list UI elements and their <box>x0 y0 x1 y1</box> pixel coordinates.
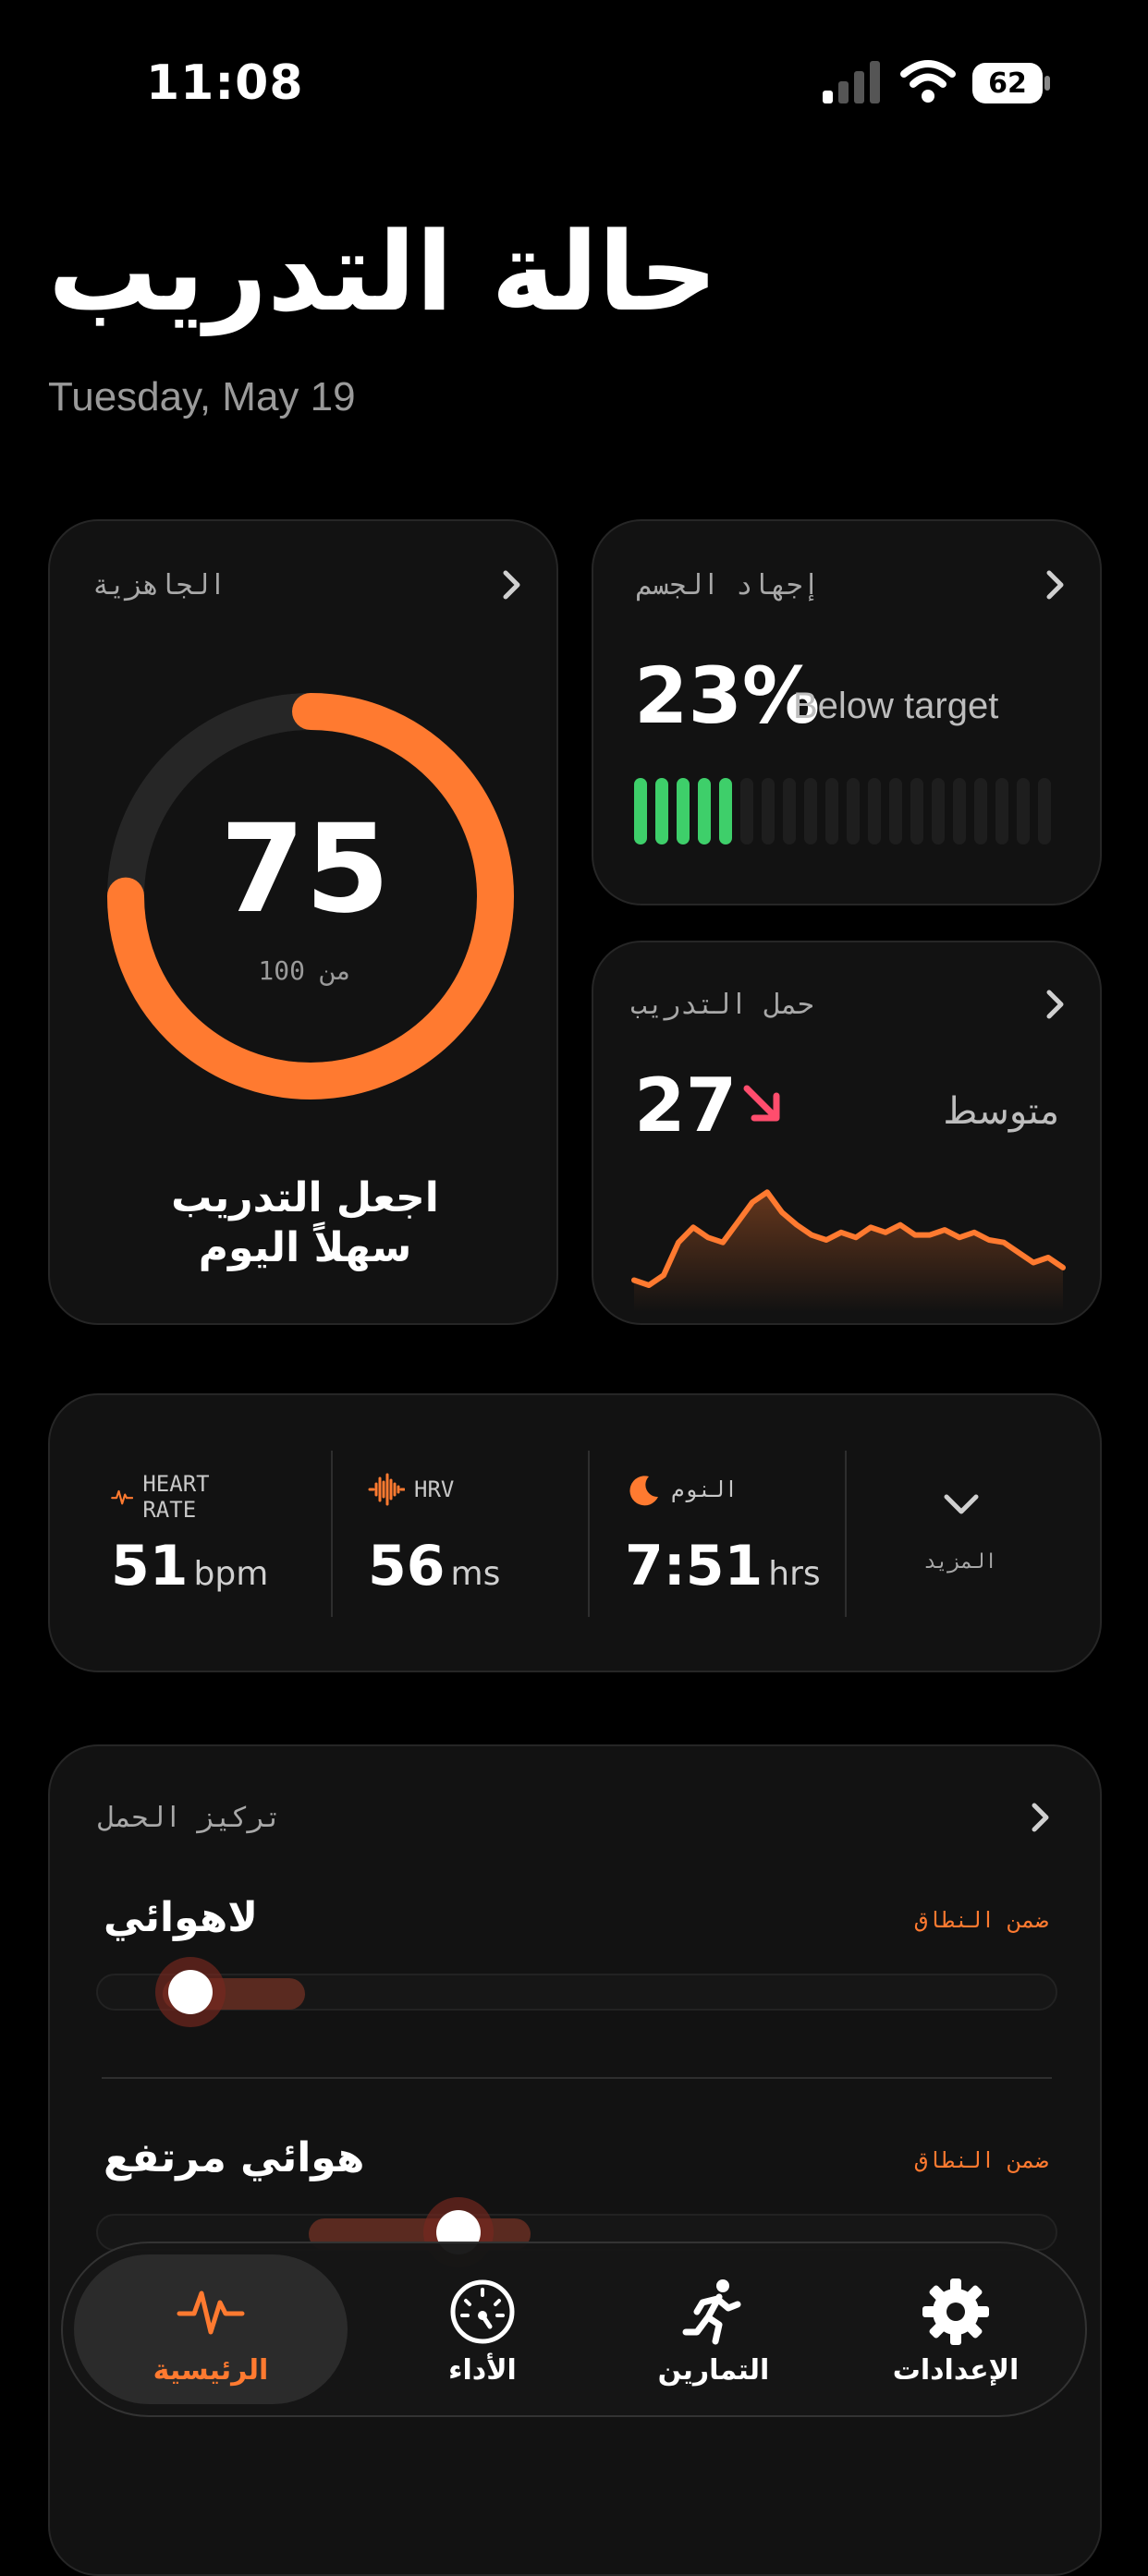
hrv-unit: ms <box>450 1555 501 1593</box>
focus-row-name: هوائي مرتفع <box>104 2134 365 2181</box>
strain-segment <box>974 778 987 844</box>
training-load-value: 27 <box>634 1063 738 1148</box>
heart-rate-header: HEART RATE <box>111 1471 224 1523</box>
hrv-header: HRV <box>368 1471 454 1508</box>
tab-home[interactable]: الرئيسية <box>63 2243 359 2415</box>
strain-segment <box>1038 778 1051 844</box>
training-load-level: متوسط <box>943 1090 1059 1133</box>
training-load-label: حمل التدريب <box>630 989 814 1021</box>
readiness-message-line2: سهلاً اليوم <box>198 1223 412 1271</box>
heart-rate-value: 51 <box>111 1534 189 1598</box>
gauge-icon <box>450 2279 515 2344</box>
load-focus-label: تركيز الحمل <box>98 1802 282 1834</box>
moon-icon <box>629 1476 658 1506</box>
training-load-card[interactable]: حمل التدريب 27 متوسط <box>592 941 1102 1325</box>
readiness-message: اجعل التدريب سهلاً اليوم <box>50 1173 560 1272</box>
heartbeat-icon <box>177 2290 245 2335</box>
load-focus-card[interactable]: تركيز الحمل لاهوائي ضمن النطاق هوائي مرت… <box>48 1744 1102 2576</box>
sleep-value: 7:51 <box>625 1534 763 1598</box>
status-time: 11:08 <box>146 55 304 111</box>
readiness-card[interactable]: الجاهزية 75 من 100 اجعل التدريب سهلاً ال… <box>48 519 558 1325</box>
chevron-right-icon[interactable] <box>1041 569 1069 601</box>
chevron-right-icon[interactable] <box>1041 989 1069 1020</box>
chevron-right-icon[interactable] <box>1026 1802 1054 1833</box>
strain-segment <box>910 778 923 844</box>
strain-segment <box>889 778 902 844</box>
more-button[interactable]: المزيد <box>910 1550 1011 1574</box>
tab-label: الإعدادات <box>892 2354 1020 2387</box>
battery-level: 62 <box>972 63 1043 103</box>
strain-segment <box>868 778 881 844</box>
divider <box>845 1451 847 1617</box>
chevron-right-icon[interactable] <box>497 569 525 601</box>
readiness-message-line1: اجعل التدريب <box>171 1174 439 1221</box>
strain-segment <box>1017 778 1030 844</box>
strain-status: Below target <box>793 686 999 726</box>
divider <box>102 2077 1052 2079</box>
strain-segment <box>847 778 860 844</box>
strain-segment <box>953 778 966 844</box>
running-person-icon <box>682 2279 741 2345</box>
strain-segment <box>677 778 690 844</box>
readiness-score: 75 <box>220 798 390 941</box>
hrv-label: HRV <box>414 1476 455 1502</box>
strain-segment <box>698 778 711 844</box>
sleep-label: النوم <box>671 1476 739 1502</box>
focus-row-status: ضمن النطاق <box>914 2147 1049 2173</box>
strain-segment <box>804 778 817 844</box>
cellular-signal-icon <box>823 61 880 103</box>
chevron-down-icon[interactable] <box>941 1491 982 1519</box>
focus-row-name: لاهوائي <box>104 1894 258 1941</box>
anaerobic-range-track[interactable] <box>96 1974 1057 2011</box>
strain-segment <box>634 778 647 844</box>
tab-performance[interactable]: الأداء <box>357 2243 608 2415</box>
sparkline-area <box>634 1192 1063 1312</box>
vitals-card: HEART RATE 51 bpm HRV 56 ms النوم 7:51 hrs … <box>48 1393 1102 1672</box>
hrv-value: 56 <box>368 1534 446 1598</box>
training-load-sparkline <box>631 1189 1066 1312</box>
readiness-label: الجاهزية <box>92 569 226 601</box>
strain-segment <box>995 778 1008 844</box>
strain-segment <box>719 778 732 844</box>
trend-down-arrow-icon <box>743 1085 780 1122</box>
heartbeat-icon <box>111 1489 134 1505</box>
strain-label: إجهاد الجسم <box>636 569 820 601</box>
sleep-header: النوم <box>625 1471 738 1508</box>
focus-row-status: ضمن النطاق <box>914 1907 1049 1933</box>
strain-segment <box>825 778 838 844</box>
battery-tip <box>1044 76 1050 91</box>
strain-segment <box>932 778 945 844</box>
tab-label: الرئيسية <box>153 2354 269 2387</box>
strain-segment <box>762 778 775 844</box>
strain-segment <box>783 778 796 844</box>
divider <box>588 1451 590 1617</box>
divider <box>331 1451 333 1617</box>
anaerobic-slider-knob[interactable] <box>168 1970 213 2014</box>
battery-indicator: 62 <box>972 63 1050 103</box>
strain-segment <box>655 778 668 844</box>
readiness-score-of: من 100 <box>258 955 352 986</box>
tab-bar: الرئيسية الأداء التمارين الإعدادات <box>61 2242 1087 2417</box>
tab-workouts[interactable]: التمارين <box>588 2243 839 2415</box>
strain-card[interactable]: إجهاد الجسم 23% Below target <box>592 519 1102 905</box>
hrv-value-line: 56 ms <box>368 1534 500 1598</box>
strain-segment <box>740 778 753 844</box>
page-date: Tuesday, May 19 <box>48 374 356 419</box>
tab-label: الأداء <box>448 2354 517 2387</box>
page-title: حالة التدريب <box>48 208 718 335</box>
gear-icon <box>922 2278 989 2345</box>
heart-rate-unit: bpm <box>193 1555 269 1593</box>
heart-rate-label: HEART RATE <box>142 1471 210 1523</box>
tab-label: التمارين <box>657 2354 770 2387</box>
waveform-icon <box>368 1473 405 1506</box>
wifi-icon <box>900 60 956 103</box>
strain-value: 23% <box>634 650 821 741</box>
sleep-value-line: 7:51 hrs <box>625 1534 821 1598</box>
tab-settings[interactable]: الإعدادات <box>830 2243 1081 2415</box>
sleep-unit: hrs <box>768 1555 821 1593</box>
heart-rate-value-line: 51 bpm <box>111 1534 268 1598</box>
